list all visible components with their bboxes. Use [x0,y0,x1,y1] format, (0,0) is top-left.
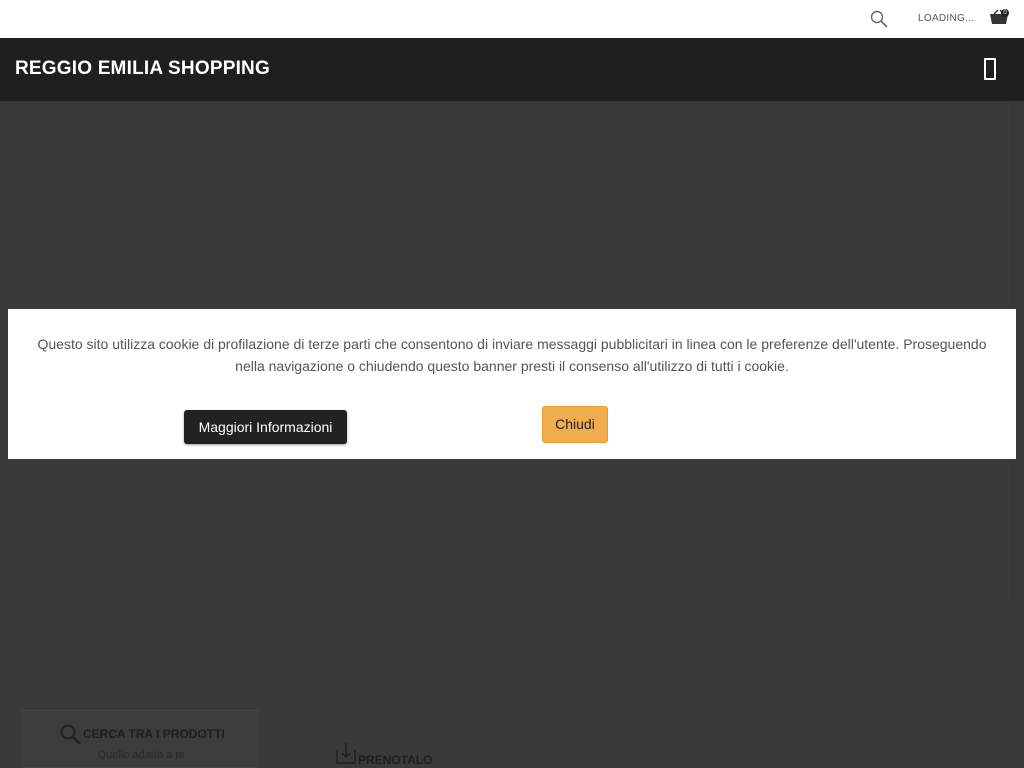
cart-count-badge: 0 [1001,9,1009,17]
search-icon[interactable] [870,10,888,28]
cookie-banner: Questo sito utilizza cookie di profilazi… [8,309,1016,459]
search-products-title: CERCA TRA I PRODOTTI [83,727,225,741]
download-icon [336,743,356,764]
top-bar: LOADING... 0 [0,0,1024,38]
magnifier-icon [60,724,81,745]
loading-text: LOADING... [918,13,975,24]
more-info-button[interactable]: Maggiori Informazioni [184,410,347,444]
search-products-subtitle: Quello adatto a te [97,749,185,761]
site-brand[interactable]: REGGIO EMILIA SHOPPING [15,58,270,80]
close-cookie-button[interactable]: Chiudi [542,406,608,443]
menu-icon[interactable] [984,58,996,80]
cookie-message: Questo sito utilizza cookie di profilazi… [37,336,987,374]
book-it-title: PRENOTALO [358,753,433,767]
search-products-box[interactable]: CERCA TRA I PRODOTTI Quello adatto a te [22,710,258,768]
main-header: REGGIO EMILIA SHOPPING [0,38,1024,101]
